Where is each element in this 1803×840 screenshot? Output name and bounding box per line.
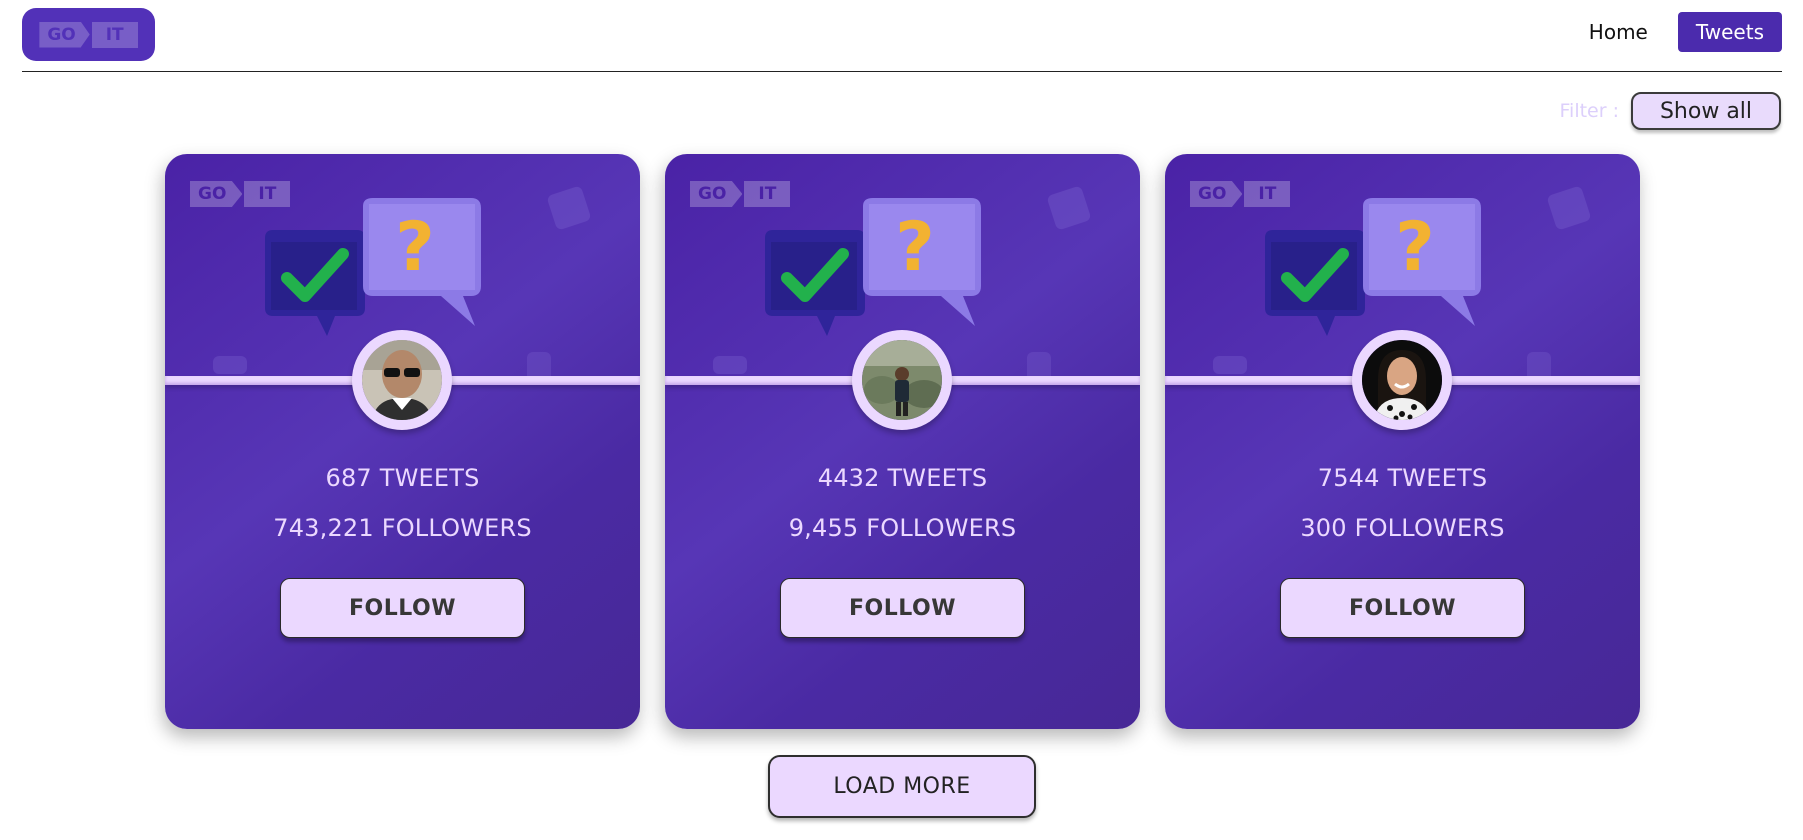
check-bubble-icon (765, 230, 865, 336)
user-card: GO IT ? (1165, 154, 1640, 729)
avatar-image-man (362, 340, 442, 420)
nav-home-link[interactable]: Home (1571, 12, 1666, 52)
followers-count: 743,221 FOLLOWERS (273, 514, 532, 542)
question-bubble-icon: ? (1363, 198, 1481, 326)
svg-text:?: ? (1395, 208, 1434, 287)
load-more-button[interactable]: LOAD MORE (768, 755, 1036, 818)
avatar-frame (352, 330, 452, 430)
svg-text:?: ? (395, 208, 434, 287)
logo-text-go: GO (39, 21, 90, 48)
avatar-image-field (862, 340, 942, 420)
chat-decor-icon (1046, 185, 1092, 231)
followers-count: 9,455 FOLLOWERS (788, 514, 1017, 542)
nav-tweets-link[interactable]: Tweets (1677, 12, 1782, 52)
question-bubble-icon: ? (863, 198, 981, 326)
site-header: GO IT Home Tweets (22, 0, 1782, 72)
filter-label: Filter : (1559, 100, 1620, 122)
card-logo-go: GO (690, 181, 743, 207)
card-logo-go: GO (190, 181, 243, 207)
question-bubble-icon: ? (363, 198, 481, 326)
chat-decor-icon (1213, 356, 1247, 374)
filter-bar: Filter : Show all (1559, 92, 1781, 130)
follow-button[interactable]: FOLLOW (280, 578, 525, 638)
tweets-count: 687 TWEETS (325, 464, 480, 492)
card-logo-go: GO (1190, 181, 1243, 207)
tweets-count: 7544 TWEETS (1317, 464, 1488, 492)
check-bubble-icon (1265, 230, 1365, 336)
goit-logo[interactable]: GO IT (22, 8, 155, 61)
tweets-count: 4432 TWEETS (817, 464, 988, 492)
avatar (362, 340, 442, 420)
avatar-frame (1352, 330, 1452, 430)
check-bubble-icon (265, 230, 365, 336)
logo-badge: GO IT (39, 21, 138, 48)
user-card: GO IT ? (165, 154, 640, 729)
avatar (1362, 340, 1442, 420)
followers-count: 300 FOLLOWERS (1300, 514, 1505, 542)
logo-text-it: IT (91, 21, 138, 48)
avatar (862, 340, 942, 420)
avatar-image-woman (1362, 340, 1442, 420)
tweet-cards-list: GO IT ? 687 TWEETS 743,221 FOLLOWERS FOL… (165, 154, 1640, 729)
user-card: GO IT ? (665, 154, 1140, 729)
filter-select[interactable]: Show all (1631, 92, 1781, 130)
follow-button[interactable]: FOLLOW (1280, 578, 1525, 638)
avatar-frame (852, 330, 952, 430)
chat-decor-icon (213, 356, 247, 374)
follow-button[interactable]: FOLLOW (780, 578, 1025, 638)
chat-decor-icon (546, 185, 592, 231)
main-nav: Home Tweets (1571, 12, 1782, 52)
chat-decor-icon (713, 356, 747, 374)
chat-decor-icon (1546, 185, 1592, 231)
svg-text:?: ? (895, 208, 934, 287)
